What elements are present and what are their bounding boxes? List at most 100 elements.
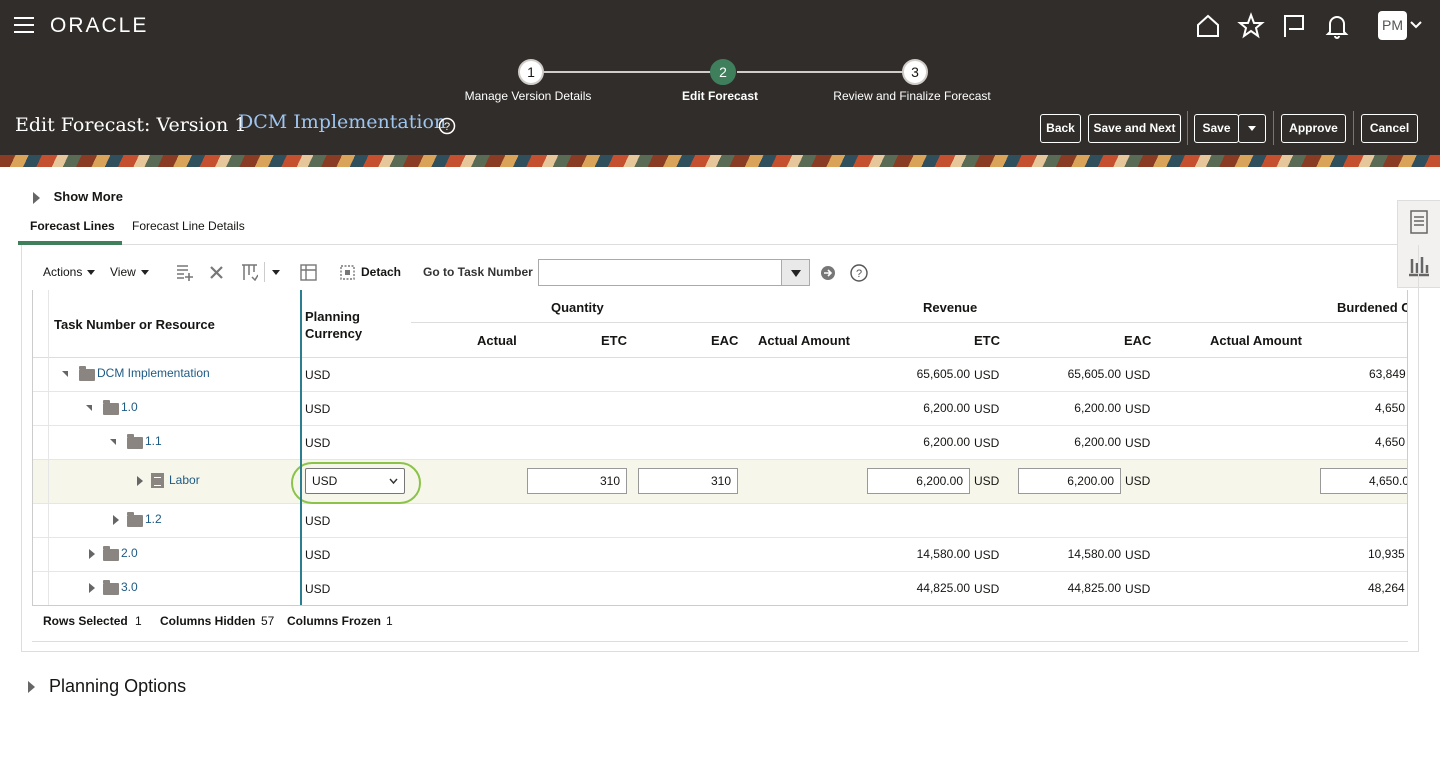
task-name[interactable]: 1.0 [121, 400, 138, 414]
folder-icon [79, 366, 95, 381]
revenue-eac: 6,200.00 [1074, 401, 1121, 415]
show-more-label: Show More [53, 189, 123, 204]
home-icon[interactable] [1194, 12, 1222, 40]
col-header-rev-etc[interactable]: ETC [974, 333, 1000, 348]
collapse-icon[interactable] [86, 405, 92, 411]
col-header-qty-etc[interactable]: ETC [601, 333, 627, 348]
row-header[interactable] [33, 392, 49, 425]
menu-icon[interactable] [14, 17, 34, 33]
burdened-cost-input[interactable]: 4,650.0 [1320, 468, 1407, 494]
table-row[interactable]: 1.2 USD [33, 504, 1407, 538]
row-header[interactable] [33, 504, 49, 537]
details-document-icon[interactable] [1409, 210, 1429, 234]
quantity-eac-input[interactable]: 310 [638, 468, 738, 494]
go-to-task-input[interactable] [538, 259, 810, 286]
columns-hidden-label: Columns Hidden [160, 614, 256, 628]
quantity-etc-input[interactable]: 310 [527, 468, 627, 494]
actions-menu[interactable]: Actions [43, 265, 96, 279]
detach-icon[interactable] [340, 265, 355, 280]
save-button[interactable]: Save [1194, 114, 1239, 143]
col-header-rev-eac[interactable]: EAC [1124, 333, 1151, 348]
col-header-actual-amount-2[interactable]: Actual Amount [1210, 333, 1302, 348]
task-name[interactable]: 1.1 [145, 434, 162, 448]
task-name[interactable]: 2.0 [121, 546, 138, 560]
col-header-task[interactable]: Task Number or Resource [54, 317, 215, 332]
table-row-selected[interactable]: Labor USD 310 310 6,200.00 USD 6,200.00 … [33, 460, 1407, 504]
table-row[interactable]: 3.0 USD 44,825.00 USD 44,825.00 USD 48,2… [33, 572, 1407, 605]
go-to-task-dropdown[interactable] [781, 259, 810, 286]
table-row[interactable]: 1.1 USD 6,200.00 USD 6,200.00 USD 4,650 [33, 426, 1407, 460]
planning-options-toggle[interactable]: Planning Options [28, 676, 186, 697]
project-name-link[interactable]: DCM Implementation [238, 111, 446, 133]
row-header[interactable] [33, 426, 49, 459]
task-name[interactable]: 1.2 [145, 512, 162, 526]
col-header-actual-amount[interactable]: Actual Amount [758, 333, 850, 348]
train-stop-3[interactable]: 3 [902, 59, 928, 85]
col-group-quantity: Quantity [551, 300, 604, 315]
freeze-icon[interactable] [300, 264, 317, 281]
planning-currency-select[interactable]: USD [305, 468, 405, 494]
tab-forecast-line-details[interactable]: Forecast Line Details [132, 219, 245, 233]
train-label-1[interactable]: Manage Version Details [465, 89, 592, 103]
planning-currency: USD [305, 436, 331, 450]
help-icon[interactable]: ? [850, 264, 868, 282]
back-button[interactable]: Back [1040, 114, 1081, 143]
table-row[interactable]: 2.0 USD 14,580.00 USD 14,580.00 USD 10,9… [33, 538, 1407, 572]
table-row[interactable]: DCM Implementation USD 65,605.00 USD 65,… [33, 358, 1407, 392]
favorites-star-icon[interactable] [1237, 12, 1265, 40]
tab-forecast-lines[interactable]: Forecast Lines [30, 219, 115, 233]
help-icon[interactable]: ? [438, 117, 456, 135]
resource-name[interactable]: Labor [169, 473, 200, 487]
col-header-qty-actual[interactable]: Actual [477, 333, 517, 348]
frozen-column-divider[interactable] [300, 290, 302, 605]
row-header[interactable] [33, 460, 49, 503]
expand-icon[interactable] [89, 583, 95, 593]
expand-icon[interactable] [89, 549, 95, 559]
train-stop-1[interactable]: 1 [518, 59, 544, 85]
burdened-cost: 4,650 [1375, 435, 1406, 449]
delete-icon[interactable] [209, 265, 224, 280]
expand-icon[interactable] [113, 515, 119, 525]
approve-button[interactable]: Approve [1281, 114, 1346, 143]
save-and-next-button[interactable]: Save and Next [1088, 114, 1181, 143]
columns-hidden-value: 57 [261, 614, 275, 628]
col-header-qty-eac[interactable]: EAC [711, 333, 738, 348]
chevron-down-icon[interactable] [1410, 20, 1422, 30]
show-more-toggle[interactable]: Show More [33, 189, 123, 204]
col-header-planning-currency[interactable]: Planning Currency [305, 308, 385, 342]
view-menu[interactable]: View [110, 265, 149, 279]
toolbar-overflow-chevron-icon[interactable] [272, 270, 280, 275]
divider [1187, 111, 1188, 145]
row-header[interactable] [33, 538, 49, 571]
collapse-icon[interactable] [110, 439, 116, 445]
chevron-down-icon [389, 478, 398, 485]
columns-frozen-label: Columns Frozen [287, 614, 382, 628]
flag-icon[interactable] [1280, 12, 1308, 40]
burdened-cost: 10,935 [1368, 547, 1405, 561]
row-header[interactable] [33, 358, 49, 391]
train-label-3[interactable]: Review and Finalize Forecast [833, 89, 990, 103]
revenue-etc-input[interactable]: 6,200.00 [867, 468, 970, 494]
revenue-etc: 44,825.00 [916, 581, 970, 595]
actions-label: Actions [43, 265, 83, 279]
col-group-burdened-cost: Burdened C [1337, 300, 1408, 315]
notifications-bell-icon[interactable] [1323, 12, 1351, 40]
task-name[interactable]: DCM Implementation [97, 366, 210, 380]
expand-icon[interactable] [137, 476, 143, 486]
go-arrow-icon[interactable] [820, 265, 836, 281]
collapse-icon[interactable] [62, 371, 68, 377]
planning-currency-value: USD [312, 474, 338, 488]
table-row[interactable]: 1.0 USD 6,200.00 USD 6,200.00 USD 4,650 [33, 392, 1407, 426]
detach-button[interactable]: Detach [361, 265, 401, 279]
train-label-2[interactable]: Edit Forecast [682, 89, 758, 103]
columns-icon[interactable] [241, 263, 258, 281]
cancel-button[interactable]: Cancel [1361, 114, 1418, 143]
save-menu-button[interactable] [1238, 114, 1266, 143]
user-avatar[interactable]: PM [1378, 11, 1407, 40]
train-stop-2[interactable]: 2 [710, 59, 736, 85]
row-header[interactable] [33, 572, 49, 605]
add-row-icon[interactable] [176, 264, 194, 281]
revenue-eac-input[interactable]: 6,200.00 [1018, 468, 1121, 494]
footer-divider [32, 641, 1408, 642]
task-name[interactable]: 3.0 [121, 580, 138, 594]
